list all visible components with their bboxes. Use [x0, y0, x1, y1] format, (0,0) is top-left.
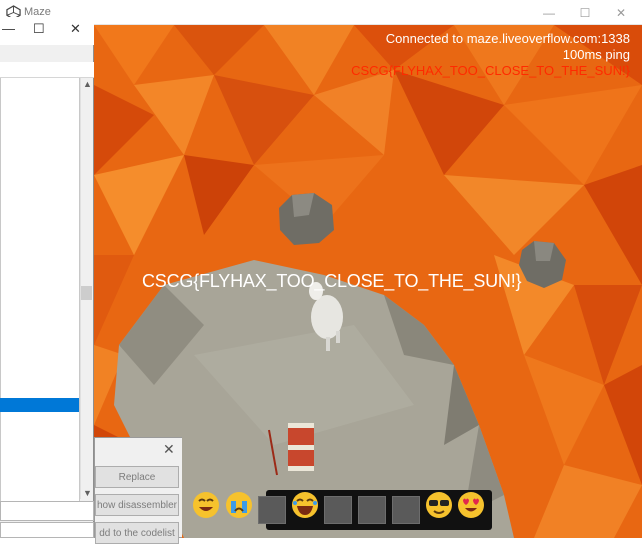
list-header: [0, 62, 94, 78]
add-to-codelist-button[interactable]: dd to the codelist: [95, 522, 179, 544]
flag-center-text: CSCG{FLYHAX_TOO_CLOSE_TO_THE_SUN!}: [142, 271, 522, 291]
close-icon[interactable]: ✕: [163, 441, 175, 458]
close-icon[interactable]: ✕: [70, 21, 81, 37]
maze-window-titlebar: Maze — ☐ ✕: [0, 0, 642, 25]
maximize-icon: ☐: [579, 5, 591, 20]
heart-eyes-emoji-icon[interactable]: [456, 490, 486, 520]
minimize-icon[interactable]: —: [2, 21, 15, 36]
hotbar-slot-empty[interactable]: [258, 496, 286, 524]
close-icon: ✕: [615, 5, 627, 20]
hotbar-slot-empty[interactable]: [358, 496, 386, 524]
grin-emoji-icon[interactable]: [191, 490, 221, 520]
connection-status: Connected to maze.liveoverflow.com:1338: [385, 31, 630, 46]
sunglasses-emoji-icon[interactable]: [424, 490, 454, 520]
flag-status: CSCG{FLYHAX_TOO_CLOSE_TO_THE_SUN!}: [351, 63, 630, 78]
emoji-hotbar: [193, 490, 492, 530]
tool-window: — ☐ ✕ ▲ ▼: [0, 17, 94, 538]
hotbar-slot-empty[interactable]: [324, 496, 352, 524]
input-field[interactable]: [0, 522, 94, 538]
input-field[interactable]: [0, 501, 94, 521]
scrollbar-thumb[interactable]: [81, 286, 92, 300]
address-list[interactable]: [0, 62, 80, 510]
laughing-emoji-icon[interactable]: [290, 490, 320, 520]
maximize-icon[interactable]: ☐: [33, 21, 45, 37]
scroll-up-icon[interactable]: ▲: [83, 79, 92, 89]
crying-emoji-icon[interactable]: [224, 490, 254, 520]
hotbar-slot-empty[interactable]: [392, 496, 420, 524]
minimize-icon: —: [543, 5, 555, 20]
selected-list-row[interactable]: [0, 398, 79, 412]
replace-button[interactable]: Replace: [95, 466, 179, 488]
close-button[interactable]: ✕: [598, 0, 642, 25]
show-disassembler-button[interactable]: how disassembler: [95, 494, 179, 516]
tool-window-titlebar: — ☐ ✕: [0, 17, 94, 45]
replace-dialog: ✕ Replace how disassembler dd to the cod…: [94, 437, 182, 544]
ping-status: 100ms ping: [562, 47, 630, 62]
scroll-down-icon[interactable]: ▼: [83, 488, 92, 498]
